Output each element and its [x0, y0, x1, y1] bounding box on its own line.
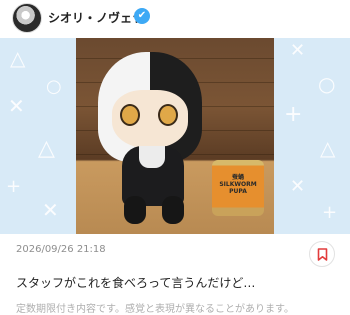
pattern-triangle-icon: △: [38, 136, 55, 161]
post-photo[interactable]: 蚕蛹 SILKWORM PUPA: [76, 38, 274, 234]
can-label-text: SILKWORM PUPA: [219, 181, 257, 195]
post-header: シオリ・ノヴェラ ✔: [0, 0, 350, 38]
pattern-plus-icon: +: [6, 176, 22, 197]
plush-doll-leg: [124, 196, 146, 224]
pattern-plus-icon: +: [284, 102, 303, 127]
bookmark-icon: [317, 248, 328, 261]
pattern-circle-icon: ○: [46, 76, 62, 97]
post-image-area[interactable]: △ ○ ✕ △ + ✕ ✕ ○ + △ ✕ + 蚕蛹 SILKWORM PUPA: [0, 38, 350, 234]
pattern-cross-icon: ✕: [290, 40, 306, 61]
plush-doll-eye: [158, 104, 178, 126]
avatar[interactable]: [12, 3, 42, 33]
can-label-top: 蚕蛹: [231, 174, 244, 181]
post-title[interactable]: スタッフがこれを食べろって言うんだけど…: [16, 274, 255, 291]
verified-badge-icon: ✔: [134, 8, 150, 24]
pattern-cross-icon: ✕: [8, 94, 25, 118]
plush-doll-collar: [139, 146, 165, 168]
bookmark-button[interactable]: [309, 241, 335, 267]
author-name[interactable]: シオリ・ノヴェラ: [48, 9, 144, 26]
pattern-triangle-icon: △: [320, 136, 336, 160]
pattern-plus-icon: +: [322, 202, 338, 223]
can-label: 蚕蛹 SILKWORM PUPA: [214, 174, 262, 195]
plush-doll-leg: [162, 196, 184, 224]
pattern-circle-icon: ○: [318, 72, 336, 96]
pattern-triangle-icon: △: [10, 46, 26, 70]
pattern-cross-icon: ✕: [42, 198, 59, 222]
post-timestamp: 2026/09/26 21:18: [16, 244, 106, 255]
pattern-cross-icon: ✕: [290, 176, 306, 197]
post-notice: 定数期限付き内容です。感覚と表現が異なることがあります。: [16, 304, 294, 315]
plush-doll-eye: [120, 104, 140, 126]
